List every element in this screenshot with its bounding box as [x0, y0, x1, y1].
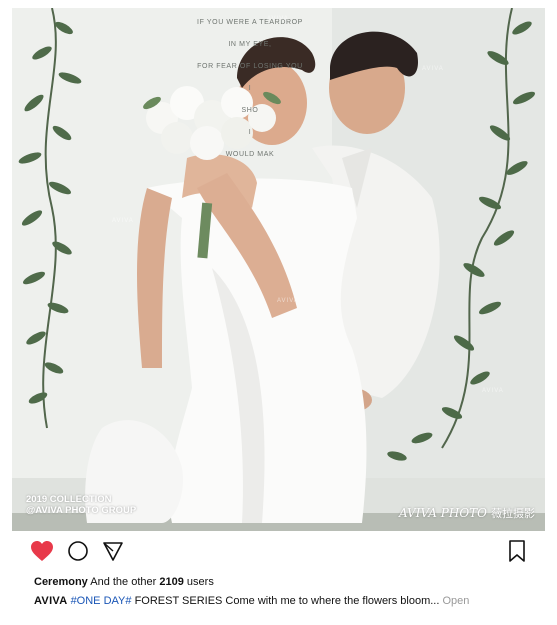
caption-username[interactable]: AVIVA: [34, 595, 68, 607]
watermark: AVIVA: [422, 66, 444, 72]
likes-summary: Ceremony And the other 2109 users: [34, 576, 214, 588]
watermark: AVIVA: [112, 218, 134, 224]
likes-suffix: users: [186, 576, 214, 588]
wall-line: IN MY EYE,: [228, 41, 272, 48]
heart-icon[interactable]: [30, 540, 54, 562]
post-caption: AVIVA #ONE DAY# FOREST SERIES Come with …: [34, 595, 534, 607]
caption-open-link[interactable]: Open: [442, 595, 469, 607]
wall-poem-text: IF YOU WERE A TEARDROP IN MY EYE, FOR FE…: [140, 12, 360, 166]
wall-line: I: [248, 85, 252, 92]
caption-hashtag[interactable]: #ONE DAY#: [71, 595, 132, 607]
bookmark-icon[interactable]: [508, 540, 526, 562]
wall-line: I: [248, 129, 252, 136]
collection-group: @AVIVA PHOTO GROUP: [26, 505, 137, 516]
wall-line: IF YOU WERE A TEARDROP: [197, 19, 303, 26]
post-photo[interactable]: IF YOU WERE A TEARDROP IN MY EYE, FOR FE…: [12, 8, 545, 531]
caption-text: FOREST SERIES Come with me to where the …: [134, 595, 440, 607]
post-actions: [30, 540, 530, 566]
brand-script: AVIVA PHOTO: [398, 506, 487, 520]
collection-label: 2019 COLLECTION @AVIVA PHOTO GROUP: [26, 494, 136, 516]
likes-count[interactable]: 2109: [159, 576, 183, 588]
watermark: AVIVA: [277, 298, 299, 304]
likes-middle-text: And the other: [90, 576, 157, 588]
collection-year: 2019 COLLECTION: [26, 494, 112, 505]
share-icon[interactable]: [102, 540, 124, 562]
brand-logo: AVIVA PHOTO 薇拉摄影: [399, 505, 535, 521]
watermark: AVIVA: [267, 16, 289, 22]
wall-line: WOULD MAK: [225, 151, 275, 158]
liker-name[interactable]: Ceremony: [34, 576, 88, 588]
wall-line: FOR FEAR OF LOSING YOU: [197, 63, 303, 70]
watermark: AVIVA: [482, 388, 504, 394]
wall-line: SHO: [241, 107, 259, 114]
comment-icon[interactable]: [67, 540, 89, 562]
brand-chinese: 薇拉摄影: [491, 507, 535, 520]
